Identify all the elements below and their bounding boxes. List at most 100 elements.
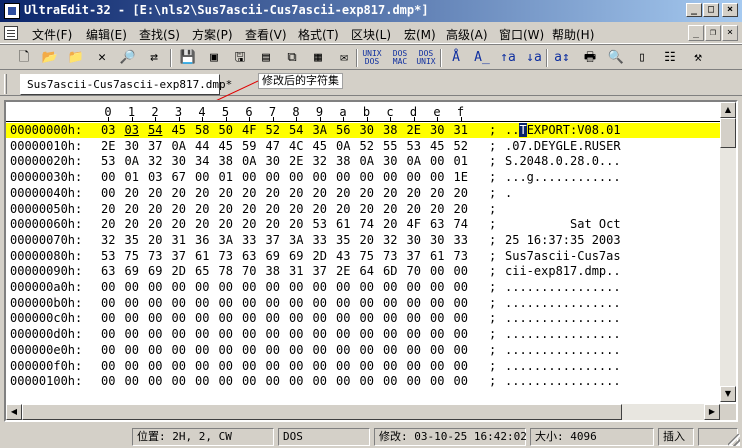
hex-byte[interactable]: 00 — [172, 280, 186, 295]
hex-byte[interactable]: 2D — [172, 264, 186, 279]
hex-byte[interactable]: 20 — [195, 217, 209, 232]
hex-byte[interactable]: 00 — [454, 311, 468, 326]
ascii-text[interactable]: ................ — [505, 280, 621, 295]
document-button[interactable]: ▯ — [632, 48, 652, 68]
hex-byte[interactable]: 00 — [313, 296, 327, 311]
vertical-scroll-thumb[interactable] — [720, 118, 736, 148]
hex-byte[interactable]: 20 — [383, 186, 397, 201]
hex-byte[interactable]: 20 — [172, 217, 186, 232]
menu-help[interactable]: 帮助(H) — [548, 24, 598, 42]
hex-row[interactable]: 00000020h: 53 0A 32 30 34 38 0A 30 2E 32 38 0A 30 0A 00… — [6, 154, 720, 169]
hex-byte[interactable]: 20 — [172, 186, 186, 201]
hex-byte[interactable]: 00 — [219, 280, 233, 295]
hex-byte[interactable]: 00 — [101, 343, 115, 358]
hex-byte[interactable]: 00 — [219, 296, 233, 311]
menu-window[interactable]: 窗口(W) — [495, 24, 548, 42]
toggle-button[interactable]: ▦ — [308, 48, 328, 68]
hex-byte[interactable]: 00 — [336, 327, 350, 342]
hex-byte[interactable]: 58 — [195, 123, 209, 138]
hex-row[interactable]: 000000b0h: 00 00 00 00 00 00 00 00 00 00 00 00 00 00 00… — [6, 296, 720, 311]
hex-byte[interactable]: 52 — [266, 123, 280, 138]
hex-byte[interactable]: 20 — [219, 217, 233, 232]
doc-close-button[interactable]: × — [722, 25, 738, 41]
hex-byte[interactable]: 00 — [266, 327, 280, 342]
hex-byte[interactable]: 54 — [289, 123, 303, 138]
hex-byte[interactable]: 00 — [289, 311, 303, 326]
hex-byte[interactable]: 0A — [360, 154, 374, 169]
hex-byte[interactable]: 20 — [289, 202, 303, 217]
scroll-right-button[interactable]: ▶ — [704, 404, 720, 420]
hex-byte[interactable]: 00 — [195, 327, 209, 342]
hex-byte[interactable]: 00 — [242, 280, 256, 295]
hex-byte[interactable]: 32 — [383, 233, 397, 248]
hex-byte[interactable]: 00 — [289, 296, 303, 311]
hex-byte[interactable]: 45 — [430, 139, 444, 154]
hex-byte[interactable]: 00 — [195, 374, 209, 389]
email-button[interactable]: ✉ — [334, 48, 354, 68]
hex-byte[interactable]: 00 — [360, 327, 374, 342]
sort-az2-button[interactable]: a↕ — [552, 48, 572, 68]
hex-byte[interactable]: 00 — [242, 296, 256, 311]
menu-project[interactable]: 方案(P) — [188, 24, 237, 42]
hex-byte[interactable]: 64 — [360, 264, 374, 279]
vertical-scrollbar[interactable]: ▲ ▼ — [720, 102, 736, 402]
hex-byte[interactable]: 00 — [242, 359, 256, 374]
hex-byte[interactable]: 00 — [454, 327, 468, 342]
close-file-button[interactable]: ✕ — [92, 48, 112, 68]
hex-byte[interactable]: 00 — [336, 170, 350, 185]
hex-byte[interactable]: 33 — [454, 233, 468, 248]
hex-byte[interactable]: 53 — [101, 154, 115, 169]
hex-byte[interactable]: 00 — [195, 280, 209, 295]
hex-byte[interactable]: 00 — [101, 296, 115, 311]
ascii-text[interactable]: ..TEXPORT:V08.01 — [505, 123, 621, 138]
hex-byte[interactable]: 20 — [313, 186, 327, 201]
hex-byte[interactable]: 63 — [101, 264, 115, 279]
ascii-text[interactable]: ................ — [505, 343, 621, 358]
ascii-text[interactable]: Sus7ascii-Cus7as — [505, 249, 621, 264]
hex-byte[interactable]: 00 — [172, 327, 186, 342]
menu-macro[interactable]: 宏(M) — [400, 24, 440, 42]
hex-byte[interactable]: 00 — [125, 280, 139, 295]
hex-byte[interactable]: 37 — [172, 249, 186, 264]
hex-byte[interactable]: 67 — [172, 170, 186, 185]
hex-byte[interactable]: 20 — [454, 186, 468, 201]
hex-byte[interactable]: 30 — [430, 123, 444, 138]
hex-byte[interactable]: 00 — [360, 296, 374, 311]
hex-byte[interactable]: 20 — [430, 186, 444, 201]
hex-byte[interactable]: 2E — [336, 264, 350, 279]
hex-byte[interactable]: 31 — [454, 123, 468, 138]
hex-row[interactable]: 000000a0h: 00 00 00 00 00 00 00 00 00 00 00 00 00 00 00… — [6, 280, 720, 295]
hex-byte[interactable]: 00 — [430, 343, 444, 358]
save-button[interactable]: 💾 — [178, 48, 198, 68]
hex-byte[interactable]: 75 — [125, 249, 139, 264]
hex-byte[interactable]: 00 — [266, 280, 280, 295]
hex-byte[interactable]: 00 — [360, 311, 374, 326]
hex-byte[interactable]: 20 — [383, 202, 397, 217]
maximize-button[interactable]: □ — [703, 3, 719, 17]
hex-byte[interactable]: 56 — [336, 123, 350, 138]
hex-byte[interactable]: 32 — [101, 233, 115, 248]
hex-byte[interactable]: 70 — [242, 264, 256, 279]
hex-byte[interactable]: 20 — [313, 202, 327, 217]
hex-byte[interactable]: 00 — [148, 311, 162, 326]
hex-row[interactable]: 00000090h: 63 69 69 2D 65 78 70 38 31 37 2E 64 6D 70 00… — [6, 264, 720, 279]
hex-byte[interactable]: 00 — [172, 359, 186, 374]
hex-byte[interactable]: 78 — [219, 264, 233, 279]
hex-byte[interactable]: 63 — [242, 249, 256, 264]
print-button[interactable]: 🖶 — [580, 48, 600, 68]
hex-byte[interactable]: 2D — [313, 249, 327, 264]
horizontal-scrollbar[interactable]: ◀ ▶ — [6, 404, 720, 420]
hex-byte[interactable]: 00 — [219, 311, 233, 326]
hex-byte[interactable]: 20 — [101, 217, 115, 232]
ascii-text[interactable]: ................ — [505, 327, 621, 342]
hex-byte[interactable]: 00 — [101, 374, 115, 389]
hex-byte[interactable]: 00 — [219, 374, 233, 389]
hex-byte[interactable]: 00 — [360, 280, 374, 295]
hex-byte[interactable]: 69 — [266, 249, 280, 264]
hex-byte[interactable]: 30 — [125, 139, 139, 154]
hex-byte[interactable]: 38 — [266, 264, 280, 279]
hex-byte[interactable]: 20 — [148, 202, 162, 217]
hex-byte[interactable]: 53 — [101, 249, 115, 264]
hex-byte[interactable]: 00 — [289, 170, 303, 185]
find-in-files-button[interactable]: 🔎 — [118, 48, 138, 68]
